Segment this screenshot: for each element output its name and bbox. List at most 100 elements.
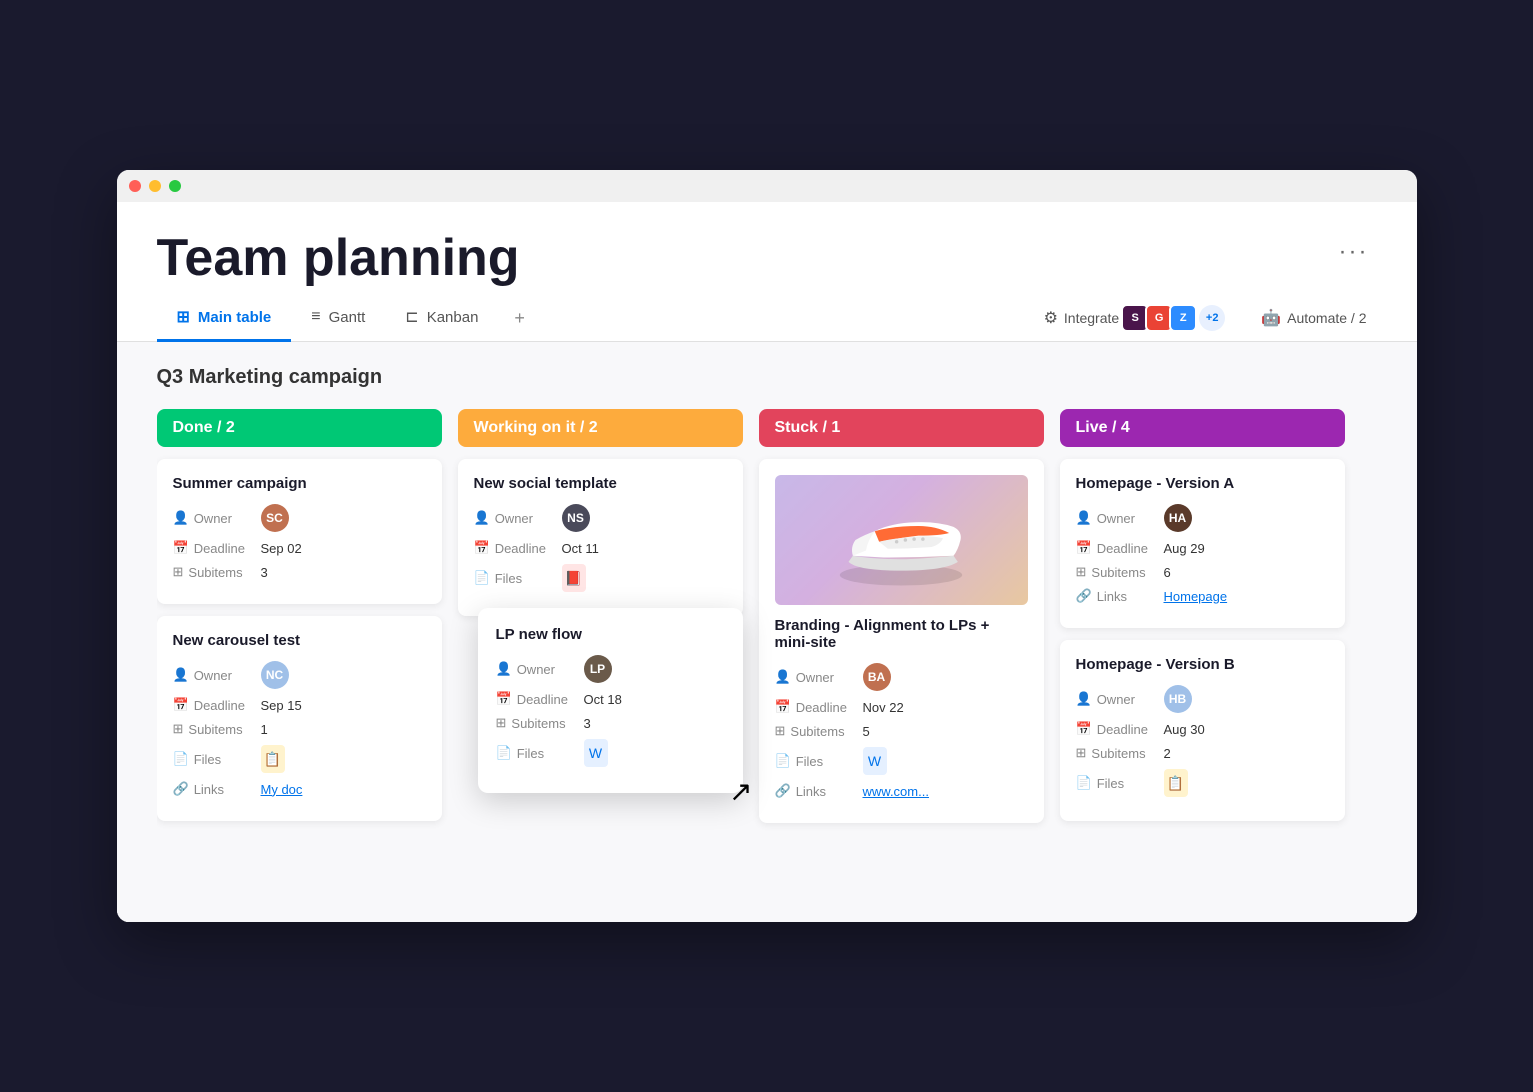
avatar-branding: BA xyxy=(863,663,891,691)
automate-icon: 🤖 xyxy=(1261,308,1281,328)
calendar-icon: 📅 xyxy=(173,540,189,556)
links-label-branding: 🔗 Links xyxy=(775,783,855,799)
files-icon-4: 📄 xyxy=(775,753,791,769)
card-row-owner-branding: 👤 Owner BA xyxy=(775,663,1028,691)
card-new-social: New social template 👤 Owner NS 📅 Dea xyxy=(458,459,743,616)
floating-card-lp: LP new flow 👤 Owner LP 📅 xyxy=(478,608,743,793)
owner-label-ha: 👤 Owner xyxy=(1076,510,1156,526)
avatar-carousel: NC xyxy=(261,661,289,689)
floating-files-label: 📄 Files xyxy=(496,745,576,761)
tab-kanban[interactable]: ⊏ Kanban xyxy=(385,295,498,342)
person-icon-7: 👤 xyxy=(1076,691,1092,707)
person-icon-3: 👤 xyxy=(474,510,490,526)
col-working-label: Working on it / 2 xyxy=(474,419,598,437)
floating-card-subitems-row: ⊞ Subitems 3 xyxy=(496,715,725,731)
person-icon-6: 👤 xyxy=(1076,510,1092,526)
card-branding: Branding - Alignment to LPs + mini-site … xyxy=(759,459,1044,823)
avatar-hb: HB xyxy=(1164,685,1192,713)
subitems-value-branding: 5 xyxy=(863,724,870,739)
card-row-owner-carousel: 👤 Owner NC xyxy=(173,661,426,689)
subitems-value-ha: 6 xyxy=(1164,565,1171,580)
deadline-label-branding: 📅 Deadline xyxy=(775,699,855,715)
column-working: Working on it / 2 New social template 👤 … xyxy=(458,409,743,793)
person-icon-4: 👤 xyxy=(496,661,512,677)
card-new-carousel: New carousel test 👤 Owner NC 📅 Deadl xyxy=(157,616,442,821)
integrate-icon: ⚙ xyxy=(1044,308,1058,328)
calendar-icon-7: 📅 xyxy=(1076,721,1092,737)
tab-gantt[interactable]: ≡ Gantt xyxy=(291,296,385,341)
integrate-label: Integrate xyxy=(1064,310,1119,326)
floating-card-title: LP new flow xyxy=(496,626,725,643)
more-options-button[interactable]: ··· xyxy=(1331,230,1377,274)
floating-card-files-row: 📄 Files W xyxy=(496,739,725,767)
automate-button[interactable]: 🤖 Automate / 2 xyxy=(1251,302,1376,334)
deadline-label: 📅 Deadline xyxy=(173,540,253,556)
deadline-value-branding: Nov 22 xyxy=(863,700,904,715)
files-label-branding: 📄 Files xyxy=(775,753,855,769)
card-row-links-branding: 🔗 Links www.com... xyxy=(775,783,1028,799)
card-row-subitems-branding: ⊞ Subitems 5 xyxy=(775,723,1028,739)
files-label-hb: 📄 Files xyxy=(1076,775,1156,791)
subitems-icon-5: ⊞ xyxy=(1076,564,1087,580)
subitems-value-hb: 2 xyxy=(1164,746,1171,761)
deadline-label-carousel: 📅 Deadline xyxy=(173,697,253,713)
links-label-carousel: 🔗 Links xyxy=(173,781,253,797)
card-summer-campaign: Summer campaign 👤 Owner SC 📅 Deadlin xyxy=(157,459,442,604)
card-row-owner-hb: 👤 Owner HB xyxy=(1076,685,1329,713)
link-icon-2: 🔗 xyxy=(775,783,791,799)
owner-label-branding: 👤 Owner xyxy=(775,669,855,685)
col-live-label: Live / 4 xyxy=(1076,419,1130,437)
close-dot[interactable] xyxy=(129,180,141,192)
titlebar xyxy=(117,170,1417,202)
add-tab-button[interactable]: + xyxy=(498,296,541,341)
links-value-carousel[interactable]: My doc xyxy=(261,782,303,797)
maximize-dot[interactable] xyxy=(169,180,181,192)
card-title-carousel: New carousel test xyxy=(173,632,426,649)
deadline-value-carousel: Sep 15 xyxy=(261,698,302,713)
subitems-icon-3: ⊞ xyxy=(496,715,507,731)
person-icon: 👤 xyxy=(173,510,189,526)
person-icon-2: 👤 xyxy=(173,667,189,683)
card-title-branding: Branding - Alignment to LPs + mini-site xyxy=(775,617,1028,651)
card-row-subitems: ⊞ Subitems 3 xyxy=(173,564,426,580)
minimize-dot[interactable] xyxy=(149,180,161,192)
calendar-icon-2: 📅 xyxy=(173,697,189,713)
card-row-files-branding: 📄 Files W xyxy=(775,747,1028,775)
deadline-value-ha: Aug 29 xyxy=(1164,541,1205,556)
card-row-subitems-carousel: ⊞ Subitems 1 xyxy=(173,721,426,737)
floating-avatar: LP xyxy=(584,655,612,683)
card-row-deadline-branding: 📅 Deadline Nov 22 xyxy=(775,699,1028,715)
file-badge-lp: W xyxy=(584,739,608,767)
app-window: Team planning ··· ⊞ Main table ≡ Gantt ⊏… xyxy=(117,170,1417,922)
kanban-icon: ⊏ xyxy=(405,307,418,327)
file-badge-carousel: 📋 xyxy=(261,745,285,773)
files-label-carousel: 📄 Files xyxy=(173,751,253,767)
integration-avatars: S G Z +2 xyxy=(1125,304,1225,332)
links-value-ha[interactable]: Homepage xyxy=(1164,589,1228,604)
calendar-icon-5: 📅 xyxy=(775,699,791,715)
card-homepage-b: Homepage - Version B 👤 Owner HB 📅 De xyxy=(1060,640,1345,821)
tab-main-table[interactable]: ⊞ Main table xyxy=(157,295,292,342)
deadline-label-social: 📅 Deadline xyxy=(474,540,554,556)
subitems-label-ha: ⊞ Subitems xyxy=(1076,564,1156,580)
subitems-label-branding: ⊞ Subitems xyxy=(775,723,855,739)
card-row-deadline-social: 📅 Deadline Oct 11 xyxy=(474,540,727,556)
card-row-files-hb: 📄 Files 📋 xyxy=(1076,769,1329,797)
links-value-branding[interactable]: www.com... xyxy=(863,784,929,799)
page-header: Team planning ··· xyxy=(117,202,1417,287)
integrate-button[interactable]: ⚙ Integrate S G Z +2 xyxy=(1034,298,1236,338)
tab-kanban-label: Kanban xyxy=(427,309,479,326)
card-title-summer: Summer campaign xyxy=(173,475,426,492)
floating-subitems-label: ⊞ Subitems xyxy=(496,715,576,731)
calendar-icon-6: 📅 xyxy=(1076,540,1092,556)
owner-label: 👤 Owner xyxy=(173,510,253,526)
subitems-label-hb: ⊞ Subitems xyxy=(1076,745,1156,761)
owner-label-hb: 👤 Owner xyxy=(1076,691,1156,707)
col-header-stuck: Stuck / 1 xyxy=(759,409,1044,447)
card-row-subitems-ha: ⊞ Subitems 6 xyxy=(1076,564,1329,580)
column-stuck: Stuck / 1 xyxy=(759,409,1044,835)
grid-icon: ⊞ xyxy=(177,307,190,327)
card-row-owner-ha: 👤 Owner HA xyxy=(1076,504,1329,532)
floating-card-owner-row: 👤 Owner LP xyxy=(496,655,725,683)
deadline-value-social: Oct 11 xyxy=(562,541,599,556)
